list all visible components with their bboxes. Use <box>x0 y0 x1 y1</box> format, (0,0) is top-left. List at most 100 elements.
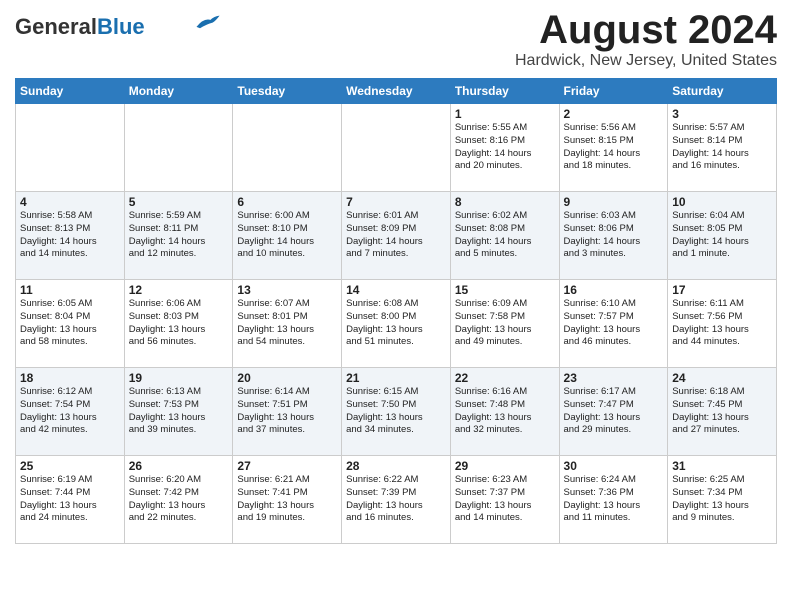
calendar-week-row: 1Sunrise: 5:55 AM Sunset: 8:16 PM Daylig… <box>16 104 777 192</box>
calendar-cell: 16Sunrise: 6:10 AM Sunset: 7:57 PM Dayli… <box>559 280 668 368</box>
calendar-cell: 13Sunrise: 6:07 AM Sunset: 8:01 PM Dayli… <box>233 280 342 368</box>
day-number: 19 <box>129 371 229 385</box>
header: GeneralBlue August 2024 Hardwick, New Je… <box>15 10 777 70</box>
day-number: 25 <box>20 459 120 473</box>
calendar-cell: 5Sunrise: 5:59 AM Sunset: 8:11 PM Daylig… <box>124 192 233 280</box>
day-number: 30 <box>564 459 664 473</box>
cell-content: Sunrise: 5:55 AM Sunset: 8:16 PM Dayligh… <box>455 122 555 173</box>
weekday-header-row: SundayMondayTuesdayWednesdayThursdayFrid… <box>16 79 777 104</box>
calendar-cell: 31Sunrise: 6:25 AM Sunset: 7:34 PM Dayli… <box>668 456 777 544</box>
day-number: 12 <box>129 283 229 297</box>
cell-content: Sunrise: 6:17 AM Sunset: 7:47 PM Dayligh… <box>564 386 664 437</box>
calendar-cell: 4Sunrise: 5:58 AM Sunset: 8:13 PM Daylig… <box>16 192 125 280</box>
day-number: 18 <box>20 371 120 385</box>
day-number: 23 <box>564 371 664 385</box>
calendar-table: SundayMondayTuesdayWednesdayThursdayFrid… <box>15 78 777 544</box>
weekday-header-sunday: Sunday <box>16 79 125 104</box>
calendar-cell: 9Sunrise: 6:03 AM Sunset: 8:06 PM Daylig… <box>559 192 668 280</box>
day-number: 21 <box>346 371 446 385</box>
calendar-cell: 21Sunrise: 6:15 AM Sunset: 7:50 PM Dayli… <box>342 368 451 456</box>
calendar-cell: 11Sunrise: 6:05 AM Sunset: 8:04 PM Dayli… <box>16 280 125 368</box>
month-title: August 2024 <box>515 10 777 50</box>
day-number: 15 <box>455 283 555 297</box>
day-number: 16 <box>564 283 664 297</box>
day-number: 8 <box>455 195 555 209</box>
cell-content: Sunrise: 5:59 AM Sunset: 8:11 PM Dayligh… <box>129 210 229 261</box>
day-number: 7 <box>346 195 446 209</box>
cell-content: Sunrise: 6:20 AM Sunset: 7:42 PM Dayligh… <box>129 474 229 525</box>
weekday-header-wednesday: Wednesday <box>342 79 451 104</box>
day-number: 20 <box>237 371 337 385</box>
calendar-cell: 1Sunrise: 5:55 AM Sunset: 8:16 PM Daylig… <box>450 104 559 192</box>
logo: GeneralBlue <box>15 16 221 38</box>
logo-bird-icon <box>193 14 221 32</box>
calendar-cell <box>233 104 342 192</box>
weekday-header-tuesday: Tuesday <box>233 79 342 104</box>
calendar-cell: 27Sunrise: 6:21 AM Sunset: 7:41 PM Dayli… <box>233 456 342 544</box>
cell-content: Sunrise: 6:08 AM Sunset: 8:00 PM Dayligh… <box>346 298 446 349</box>
cell-content: Sunrise: 6:04 AM Sunset: 8:05 PM Dayligh… <box>672 210 772 261</box>
calendar-cell: 22Sunrise: 6:16 AM Sunset: 7:48 PM Dayli… <box>450 368 559 456</box>
calendar-cell: 23Sunrise: 6:17 AM Sunset: 7:47 PM Dayli… <box>559 368 668 456</box>
day-number: 17 <box>672 283 772 297</box>
day-number: 13 <box>237 283 337 297</box>
calendar-cell: 7Sunrise: 6:01 AM Sunset: 8:09 PM Daylig… <box>342 192 451 280</box>
day-number: 10 <box>672 195 772 209</box>
cell-content: Sunrise: 5:56 AM Sunset: 8:15 PM Dayligh… <box>564 122 664 173</box>
cell-content: Sunrise: 6:02 AM Sunset: 8:08 PM Dayligh… <box>455 210 555 261</box>
calendar-cell: 20Sunrise: 6:14 AM Sunset: 7:51 PM Dayli… <box>233 368 342 456</box>
calendar-cell: 29Sunrise: 6:23 AM Sunset: 7:37 PM Dayli… <box>450 456 559 544</box>
calendar-cell: 15Sunrise: 6:09 AM Sunset: 7:58 PM Dayli… <box>450 280 559 368</box>
cell-content: Sunrise: 6:16 AM Sunset: 7:48 PM Dayligh… <box>455 386 555 437</box>
cell-content: Sunrise: 6:01 AM Sunset: 8:09 PM Dayligh… <box>346 210 446 261</box>
title-area: August 2024 Hardwick, New Jersey, United… <box>515 10 777 70</box>
calendar-cell: 19Sunrise: 6:13 AM Sunset: 7:53 PM Dayli… <box>124 368 233 456</box>
weekday-header-saturday: Saturday <box>668 79 777 104</box>
calendar-cell <box>342 104 451 192</box>
calendar-week-row: 4Sunrise: 5:58 AM Sunset: 8:13 PM Daylig… <box>16 192 777 280</box>
cell-content: Sunrise: 6:05 AM Sunset: 8:04 PM Dayligh… <box>20 298 120 349</box>
calendar-cell: 2Sunrise: 5:56 AM Sunset: 8:15 PM Daylig… <box>559 104 668 192</box>
calendar-cell: 17Sunrise: 6:11 AM Sunset: 7:56 PM Dayli… <box>668 280 777 368</box>
cell-content: Sunrise: 6:14 AM Sunset: 7:51 PM Dayligh… <box>237 386 337 437</box>
cell-content: Sunrise: 6:24 AM Sunset: 7:36 PM Dayligh… <box>564 474 664 525</box>
cell-content: Sunrise: 6:03 AM Sunset: 8:06 PM Dayligh… <box>564 210 664 261</box>
calendar-week-row: 11Sunrise: 6:05 AM Sunset: 8:04 PM Dayli… <box>16 280 777 368</box>
calendar-cell <box>124 104 233 192</box>
calendar-cell: 12Sunrise: 6:06 AM Sunset: 8:03 PM Dayli… <box>124 280 233 368</box>
cell-content: Sunrise: 6:25 AM Sunset: 7:34 PM Dayligh… <box>672 474 772 525</box>
day-number: 6 <box>237 195 337 209</box>
calendar-cell: 6Sunrise: 6:00 AM Sunset: 8:10 PM Daylig… <box>233 192 342 280</box>
calendar-cell: 26Sunrise: 6:20 AM Sunset: 7:42 PM Dayli… <box>124 456 233 544</box>
day-number: 26 <box>129 459 229 473</box>
day-number: 29 <box>455 459 555 473</box>
calendar-cell <box>16 104 125 192</box>
day-number: 28 <box>346 459 446 473</box>
calendar-week-row: 25Sunrise: 6:19 AM Sunset: 7:44 PM Dayli… <box>16 456 777 544</box>
cell-content: Sunrise: 5:57 AM Sunset: 8:14 PM Dayligh… <box>672 122 772 173</box>
cell-content: Sunrise: 5:58 AM Sunset: 8:13 PM Dayligh… <box>20 210 120 261</box>
cell-content: Sunrise: 6:23 AM Sunset: 7:37 PM Dayligh… <box>455 474 555 525</box>
calendar-cell: 3Sunrise: 5:57 AM Sunset: 8:14 PM Daylig… <box>668 104 777 192</box>
day-number: 31 <box>672 459 772 473</box>
location-title: Hardwick, New Jersey, United States <box>515 52 777 70</box>
cell-content: Sunrise: 6:15 AM Sunset: 7:50 PM Dayligh… <box>346 386 446 437</box>
calendar-cell: 25Sunrise: 6:19 AM Sunset: 7:44 PM Dayli… <box>16 456 125 544</box>
day-number: 22 <box>455 371 555 385</box>
cell-content: Sunrise: 6:12 AM Sunset: 7:54 PM Dayligh… <box>20 386 120 437</box>
calendar-cell: 28Sunrise: 6:22 AM Sunset: 7:39 PM Dayli… <box>342 456 451 544</box>
day-number: 1 <box>455 107 555 121</box>
cell-content: Sunrise: 6:18 AM Sunset: 7:45 PM Dayligh… <box>672 386 772 437</box>
logo-text: GeneralBlue <box>15 16 145 38</box>
day-number: 24 <box>672 371 772 385</box>
cell-content: Sunrise: 6:11 AM Sunset: 7:56 PM Dayligh… <box>672 298 772 349</box>
calendar-week-row: 18Sunrise: 6:12 AM Sunset: 7:54 PM Dayli… <box>16 368 777 456</box>
weekday-header-thursday: Thursday <box>450 79 559 104</box>
cell-content: Sunrise: 6:19 AM Sunset: 7:44 PM Dayligh… <box>20 474 120 525</box>
calendar-cell: 8Sunrise: 6:02 AM Sunset: 8:08 PM Daylig… <box>450 192 559 280</box>
calendar-cell: 14Sunrise: 6:08 AM Sunset: 8:00 PM Dayli… <box>342 280 451 368</box>
cell-content: Sunrise: 6:06 AM Sunset: 8:03 PM Dayligh… <box>129 298 229 349</box>
calendar-cell: 18Sunrise: 6:12 AM Sunset: 7:54 PM Dayli… <box>16 368 125 456</box>
cell-content: Sunrise: 6:07 AM Sunset: 8:01 PM Dayligh… <box>237 298 337 349</box>
day-number: 9 <box>564 195 664 209</box>
